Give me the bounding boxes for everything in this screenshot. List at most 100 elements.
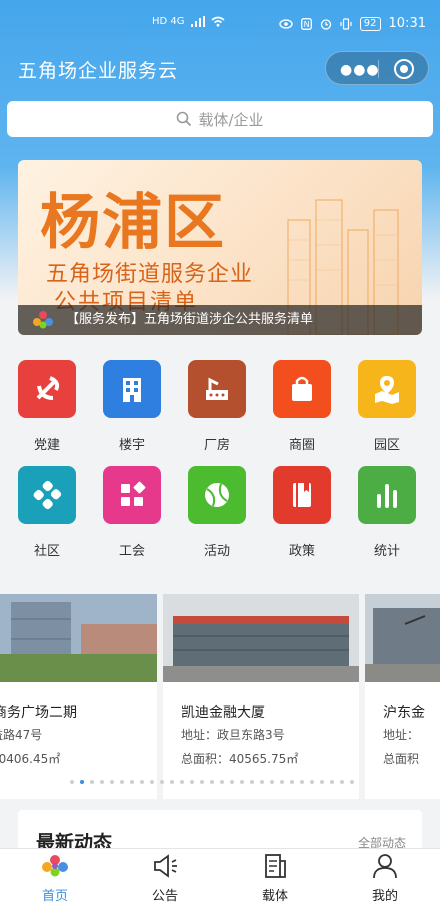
pagination-dot[interactable] [140,780,144,784]
grid-label: 党建 [33,438,60,453]
banner-caption: 【服务发布】五角场街道涉企公共服务清单 [66,312,314,327]
pagination-dot[interactable] [130,780,134,784]
search-icon [177,111,192,127]
more-icon[interactable]: ●●● [340,62,380,78]
pagination-dot[interactable] [190,780,194,784]
grid-label: 楼宇 [118,438,145,453]
pagination-dot-active[interactable] [80,780,84,784]
svg-text:N: N [303,20,309,29]
building-address: 政益路47号 [0,728,43,742]
party-icon [18,360,76,418]
tab-label: 我的 [371,889,398,904]
grid-label: 统计 [373,544,400,559]
tab-bar: 首页 公告 载体 我的 [0,848,440,908]
grid-item-activity[interactable]: 活动 [187,466,247,559]
grid-label: 活动 [203,544,230,559]
network-label: HD 4G [152,16,185,27]
pagination-dot[interactable] [100,780,104,784]
factory-icon [188,360,246,418]
grid-item-community[interactable]: 社区 [17,466,77,559]
tab-label: 首页 [41,889,68,904]
pagination-dot[interactable] [310,780,314,784]
search-placeholder: 载体/企业 [198,110,264,129]
building-icon [103,360,161,418]
network-indicators: HD 4G [152,16,225,27]
pagination-dot[interactable] [290,780,294,784]
pagination-dot[interactable] [300,780,304,784]
pagination-dot[interactable] [180,780,184,784]
tab-home[interactable]: 首页 [20,853,90,904]
pagination-dot[interactable] [170,780,174,784]
pagination-dot[interactable] [210,780,214,784]
grid-item-party[interactable]: 党建 [17,360,77,453]
pagination-dot[interactable] [240,780,244,784]
building-name: 凯迪金融大厦 [181,705,265,721]
tab-announcements[interactable]: 公告 [130,853,200,904]
banner-carousel[interactable]: 杨浦区 五角场街道服务企业 公共项目清单 【服务发布】五角场街道涉企公共服务清单 [18,160,422,335]
miniprogram-capsule: ●●● [325,51,429,85]
pagination-dot[interactable] [350,780,354,784]
grid-item-park[interactable]: 园区 [357,360,417,453]
tab-carrier[interactable]: 载体 [240,853,310,904]
pagination-dot[interactable] [340,780,344,784]
wifi-icon [211,16,225,27]
building-card[interactable]: 凯迪金融大厦 地址：政旦东路3号 总面积：40565.75㎡ [163,594,359,799]
carousel-pagination [70,780,354,784]
building-photo [163,594,359,682]
tab-mine[interactable]: 我的 [350,853,420,904]
pagination-dot[interactable] [160,780,164,784]
grid-item-building[interactable]: 楼宇 [102,360,162,453]
pagination-dot[interactable] [150,780,154,784]
pagination-dot[interactable] [110,780,114,784]
building-photo [0,594,157,682]
battery-level: 92 [359,16,381,31]
pagination-dot[interactable] [320,780,324,784]
grid-label: 商圈 [288,438,315,453]
nfc-icon: N [300,17,312,30]
grid-label: 社区 [33,544,60,559]
pagination-dot[interactable] [90,780,94,784]
bar-chart-icon [358,466,416,524]
pagination-dot[interactable] [330,780,334,784]
pagination-dot[interactable] [280,780,284,784]
grid-item-stats[interactable]: 统计 [357,466,417,559]
pagination-dot[interactable] [220,780,224,784]
pagination-dot[interactable] [260,780,264,784]
star-logo-icon [33,311,53,329]
shopping-bag-icon [273,360,331,418]
building-card[interactable]: 达商务广场二期 政益路47号 ：50406.45㎡ [0,594,157,799]
pagination-dot[interactable] [200,780,204,784]
eye-icon [279,18,293,29]
vibrate-icon [340,17,352,30]
pagination-dot[interactable] [250,780,254,784]
community-icon [18,466,76,524]
pagination-dot[interactable] [70,780,74,784]
grid-label: 政策 [288,544,315,559]
grid-item-policy[interactable]: 政策 [272,466,332,559]
close-target-icon[interactable] [394,59,414,79]
megaphone-icon [154,854,177,878]
grid-item-factory[interactable]: 厂房 [187,360,247,453]
building-card[interactable]: 沪东金 地址： 总面积 [365,594,440,799]
pagination-dot[interactable] [120,780,124,784]
grid-item-shopping[interactable]: 商圈 [272,360,332,453]
pagination-dot[interactable] [230,780,234,784]
home-logo-icon [42,855,68,877]
building-area: ：50406.45㎡ [0,752,61,766]
grid-label: 厂房 [203,438,230,453]
building-area: 总面积 [383,752,420,766]
grid-item-union[interactable]: 工会 [102,466,162,559]
page-title: 五角场企业服务云 [18,60,179,82]
apps-icon [103,466,161,524]
search-input[interactable]: 载体/企业 [7,101,433,137]
document-icon [265,854,286,878]
status-right: N 92 10:31 [279,16,426,31]
banner-caption-bar: 【服务发布】五角场街道涉企公共服务清单 [18,305,422,335]
alarm-icon [320,18,331,30]
grid-label: 工会 [118,544,145,559]
capsule-divider [378,60,379,78]
pagination-dot[interactable] [270,780,274,784]
clock: 10:31 [388,16,426,31]
building-carousel: 达商务广场二期 政益路47号 ：50406.45㎡ 凯迪金融大厦 地址：政旦东路… [0,594,440,799]
building-area: 总面积：40565.75㎡ [181,752,299,766]
